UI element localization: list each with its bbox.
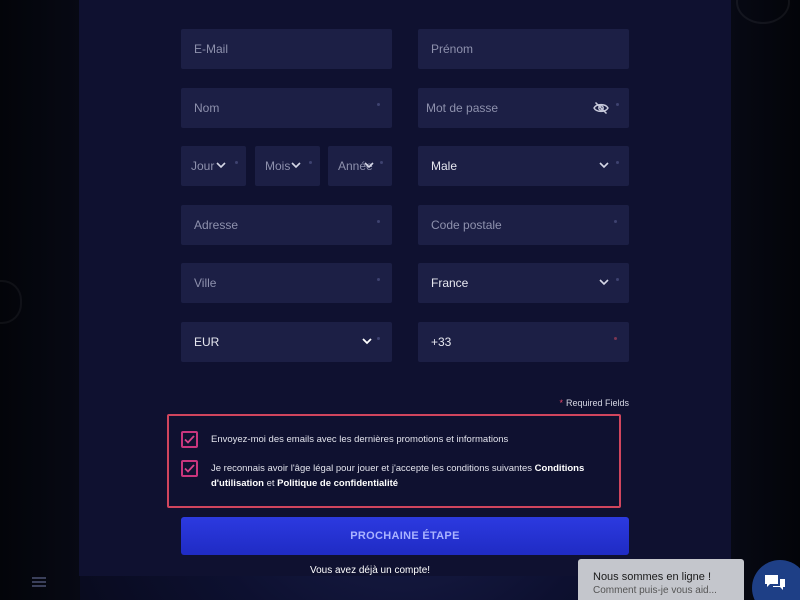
chat-prompt-text: Comment puis-je vous aid... <box>593 585 717 596</box>
postal-code-field[interactable]: Code postale <box>418 205 629 245</box>
city-field[interactable]: Ville <box>181 263 392 303</box>
password-field[interactable]: Mot de passe <box>418 88 629 128</box>
required-fields-label: Required Fields <box>565 398 629 408</box>
chevron-down-icon <box>291 162 301 169</box>
currency-select[interactable]: EUR <box>181 322 392 362</box>
required-marker <box>380 161 383 164</box>
chevron-down-icon <box>364 162 374 169</box>
required-marker <box>616 278 619 281</box>
chevron-down-icon <box>362 338 372 345</box>
check-icon <box>184 464 195 473</box>
and-text: et <box>266 478 275 489</box>
email-placeholder: E-Mail <box>194 42 229 56</box>
chat-prompt-bubble[interactable]: Nous sommes en ligne ! Comment puis-je v… <box>578 559 744 600</box>
age-consent-text: Je reconnais avoir l'âge légal pour joue… <box>211 460 609 491</box>
existing-account-text[interactable]: Vous avez déjà un compte! <box>310 565 430 576</box>
newsletter-consent-text: Envoyez-moi des emails avec les dernière… <box>211 434 509 445</box>
birth-year-select[interactable]: Année <box>328 146 392 186</box>
birth-day-select[interactable]: Jour <box>181 146 246 186</box>
phone-field[interactable]: +33 <box>418 322 629 362</box>
age-terms-checkbox[interactable] <box>181 460 198 477</box>
required-marker <box>377 103 380 106</box>
consent-section: Envoyez-moi des emails avec les dernière… <box>167 414 621 508</box>
country-value: France <box>431 276 469 290</box>
last-name-placeholder: Nom <box>194 101 220 115</box>
required-marker <box>235 161 238 164</box>
address-placeholder: Adresse <box>194 218 239 232</box>
gender-value: Male <box>431 159 458 173</box>
newsletter-consent-row: Envoyez-moi des emails avec les dernière… <box>181 431 609 448</box>
hamburger-menu-icon[interactable] <box>32 577 46 587</box>
age-consent-row: Je reconnais avoir l'âge légal pour joue… <box>181 460 609 491</box>
age-consent-label: Je reconnais avoir l'âge légal pour joue… <box>211 463 533 474</box>
country-select[interactable]: France <box>418 263 629 303</box>
address-field[interactable]: Adresse <box>181 205 392 245</box>
required-marker <box>616 161 619 164</box>
first-name-field[interactable]: Prénom <box>418 29 629 69</box>
required-marker <box>614 220 617 223</box>
currency-value: EUR <box>194 335 220 349</box>
postal-code-placeholder: Code postale <box>431 218 502 232</box>
phone-prefix: +33 <box>431 335 452 349</box>
chevron-down-icon <box>599 279 609 286</box>
gender-select[interactable]: Male <box>418 146 629 186</box>
required-marker <box>377 337 380 340</box>
required-star: * <box>559 398 563 408</box>
password-placeholder: Mot de passe <box>426 101 499 115</box>
chat-icon <box>765 575 785 590</box>
birth-month-placeholder: Mois <box>265 159 291 173</box>
city-placeholder: Ville <box>194 276 217 290</box>
email-field[interactable]: E-Mail <box>181 29 392 69</box>
chat-status: Nous sommes en ligne ! <box>593 571 711 583</box>
check-icon <box>184 435 195 444</box>
required-marker <box>614 337 617 340</box>
chevron-down-icon <box>599 162 609 169</box>
eye-slash-icon[interactable] <box>593 101 609 115</box>
required-marker <box>377 220 380 223</box>
birth-day-placeholder: Jour <box>191 159 215 173</box>
birth-month-select[interactable]: Mois <box>255 146 320 186</box>
required-fields-note: * Required Fields <box>559 398 629 408</box>
required-marker <box>616 103 619 106</box>
required-marker <box>309 161 312 164</box>
next-step-button[interactable]: PROCHAINE ÉTAPE <box>181 517 629 555</box>
required-marker <box>377 278 380 281</box>
last-name-field[interactable]: Nom <box>181 88 392 128</box>
background-right <box>730 0 800 600</box>
newsletter-checkbox[interactable] <box>181 431 198 448</box>
privacy-policy-link[interactable]: Politique de confidentialité <box>277 478 398 489</box>
first-name-placeholder: Prénom <box>431 42 474 56</box>
chevron-down-icon <box>216 162 226 169</box>
